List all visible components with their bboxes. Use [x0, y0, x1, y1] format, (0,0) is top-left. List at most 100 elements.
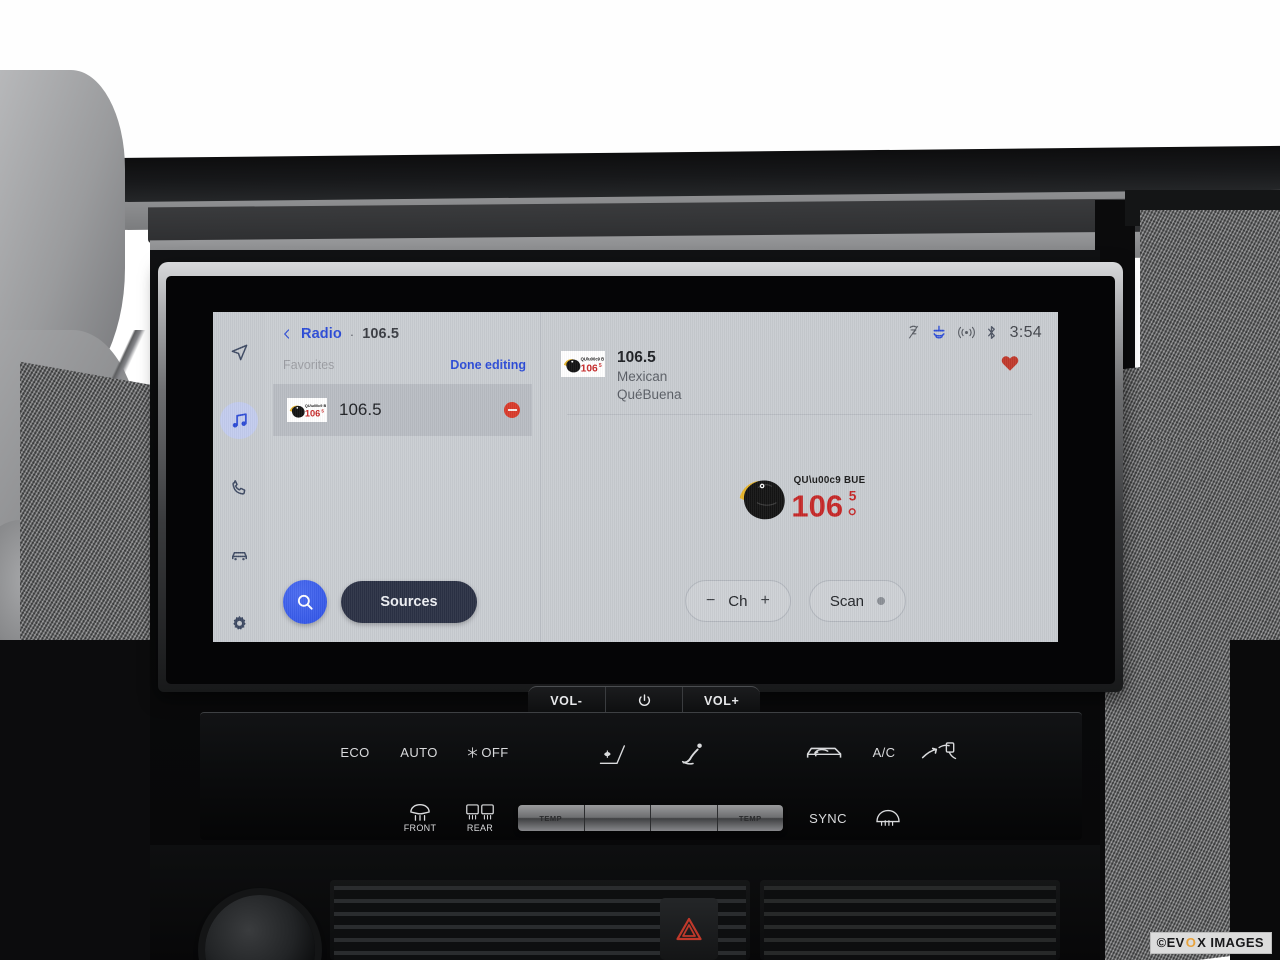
wireless-charging-icon: [908, 325, 918, 339]
power-button[interactable]: [606, 687, 684, 714]
svg-text:5: 5: [321, 409, 324, 414]
svg-text:5: 5: [848, 488, 856, 503]
search-button[interactable]: [283, 580, 327, 624]
now-playing-station-name: QuéBuena: [617, 387, 682, 403]
volume-up-button[interactable]: VOL+: [683, 687, 760, 714]
que-buena-1065-logo: QU\u00c9 BUENA 106 5: [289, 404, 326, 419]
front-defrost-icon: [410, 803, 430, 821]
status-bar: 3:54: [541, 312, 1058, 342]
que-buena-1065-logo: QU\u00c9 BUENA 106 5: [563, 357, 604, 374]
windshield-area: [0, 0, 1280, 160]
heart-filled-icon: [1001, 356, 1019, 371]
now-playing-header: QU\u00c9 BUENA 106 5 106.5 Mexican QuéBu…: [541, 342, 1058, 404]
channel-down-button[interactable]: −: [706, 592, 715, 610]
temp-right-label: TEMP: [738, 813, 762, 823]
bluetooth-icon: [987, 326, 995, 339]
gear-icon: [232, 615, 246, 630]
temp-left-label: TEMP: [518, 805, 585, 831]
favorite-frequency: 106.5: [339, 400, 382, 419]
hazard-light-button[interactable]: [660, 898, 718, 960]
sidebar-rail: [213, 312, 265, 642]
climate-recirculate-button[interactable]: [798, 735, 852, 771]
dashboard-fabric-right-upper: [1140, 210, 1280, 440]
remove-favorite-button[interactable]: [504, 402, 520, 418]
svg-text:QU\u00c9 BUENA: QU\u00c9 BUENA: [793, 475, 865, 486]
search-icon: [297, 594, 313, 610]
phone-icon: [231, 480, 245, 496]
sources-button[interactable]: Sources: [341, 581, 477, 623]
favorite-toggle-button[interactable]: [1000, 354, 1020, 372]
fan-mode-icon: [599, 745, 626, 765]
sidebar-item-vehicle[interactable]: [220, 537, 258, 575]
volume-down-button[interactable]: VOL-: [528, 687, 606, 714]
climate-sync-button[interactable]: SYNC: [798, 805, 858, 831]
sidebar-item-settings[interactable]: [220, 604, 258, 642]
climate-airflow-feet-button[interactable]: [668, 739, 718, 773]
temperature-rocker-bar[interactable]: TEMP TEMP: [518, 805, 783, 831]
svg-text:QU\u00c9 BUENA: QU\u00c9 BUENA: [581, 357, 604, 362]
remove-circle-icon: [507, 409, 517, 411]
vent-slats: [764, 886, 1056, 960]
now-playing-frequency: 106.5: [617, 349, 656, 366]
scan-button[interactable]: Scan: [808, 580, 907, 622]
climate-eco-button[interactable]: ECO: [330, 739, 380, 765]
climate-control-panel: ECO AUTO OFF A/C FRONT REAR TEMP TEMP SY…: [200, 712, 1082, 840]
channel-label: Ch: [728, 592, 748, 610]
favorites-pane: Radio · 106.5 Favorites Done editing QU\…: [265, 312, 541, 642]
hazard-triangle-icon: [676, 917, 702, 941]
svg-text:106: 106: [581, 363, 598, 374]
recirculate-icon: [806, 747, 842, 758]
sidebar-item-phone[interactable]: [220, 469, 258, 507]
power-icon: [638, 693, 650, 706]
climate-rear-defog-button[interactable]: [862, 801, 914, 833]
climate-auto-button[interactable]: AUTO: [390, 739, 448, 765]
sidebar-item-navigation[interactable]: [220, 334, 258, 372]
watermark: ©EV O X IMAGES: [1149, 932, 1272, 954]
car-icon: [231, 552, 247, 561]
breadcrumb-frequency: 106.5: [362, 326, 400, 342]
que-buena-1065-artwork: QU\u00c9 BUENA 106 5: [739, 475, 866, 523]
climate-rear-label: REAR: [466, 822, 494, 833]
snowflake-icon: [468, 746, 478, 758]
station-artwork: QU\u00c9 BUENA 106 5: [541, 415, 1058, 580]
svg-text:QU\u00c9 BUENA: QU\u00c9 BUENA: [305, 404, 326, 408]
svg-text:5: 5: [599, 363, 602, 369]
radio-waves-icon: [957, 326, 975, 339]
channel-up-button[interactable]: +: [760, 592, 769, 610]
back-button[interactable]: [281, 327, 293, 341]
breadcrumb-title[interactable]: Radio: [301, 326, 342, 342]
watermark-rest: X IMAGES: [1197, 935, 1264, 950]
climate-rear-defrost-button[interactable]: REAR: [452, 797, 508, 837]
climate-front-label: FRONT: [403, 822, 437, 833]
climate-ac-button[interactable]: A/C: [860, 739, 908, 765]
fresh-air-icon: [921, 742, 957, 760]
scan-label: Scan: [829, 592, 865, 610]
right-dark-gap-lower: [1230, 640, 1280, 960]
clock: 3:54: [1009, 323, 1042, 341]
climate-off-button[interactable]: OFF: [452, 739, 524, 765]
done-editing-button[interactable]: Done editing: [450, 358, 526, 372]
scan-status-dot: [877, 597, 886, 605]
radio-controls: − Ch + Scan: [533, 580, 1058, 642]
music-note-icon: [232, 413, 247, 428]
temp-left-down[interactable]: [585, 805, 651, 831]
station-logo-thumb: QU\u00c9 BUENA 106 5: [287, 398, 327, 422]
breadcrumb: Radio · 106.5: [265, 312, 540, 342]
climate-fresh-air-button[interactable]: [912, 735, 968, 771]
channel-stepper[interactable]: − Ch +: [684, 580, 791, 622]
watermark-o: O: [1185, 935, 1197, 950]
temp-right-down[interactable]: [651, 805, 718, 831]
now-playing-genre: Mexican: [617, 369, 668, 385]
breadcrumb-separator: ·: [349, 326, 355, 342]
favorites-header: Favorites Done editing: [265, 342, 540, 380]
volume-button-row: VOL- VOL+: [528, 686, 760, 714]
rear-defrost-icon: [466, 803, 494, 820]
sidebar-item-media[interactable]: [220, 401, 258, 440]
climate-off-label: OFF: [481, 744, 509, 760]
center-air-vent-right: [760, 880, 1060, 960]
climate-front-defrost-button[interactable]: FRONT: [392, 797, 448, 837]
climate-fan-mode-button[interactable]: [588, 739, 646, 773]
now-playing-pane: 3:54 QU\u00c9 BUENA 106 5 106.5 Mexican: [541, 312, 1058, 642]
infotainment-screen[interactable]: Radio · 106.5 Favorites Done editing QU\…: [213, 312, 1058, 642]
favorite-row[interactable]: QU\u00c9 BUENA 106 5 106.5: [273, 384, 532, 436]
